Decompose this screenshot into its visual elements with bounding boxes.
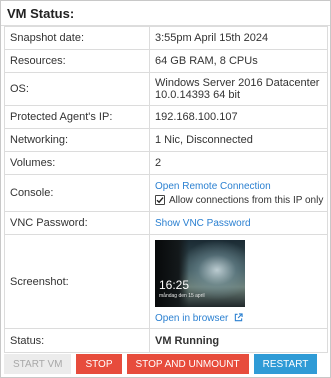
row-vnc-password: VNC Password: Show VNC Password [4,211,328,235]
snapshot-date-label: Snapshot date: [4,26,150,50]
vm-status-panel: VM Status: Snapshot date: 3:55pm April 1… [0,0,331,378]
row-networking: Networking: 1 Nic, Disconnected [4,128,328,152]
vm-screenshot-thumbnail[interactable]: 16:25 måndag den 15 april [155,239,245,307]
row-os: OS: Windows Server 2016 Datacenter 10.0.… [4,72,328,106]
console-value: Open Remote Connection Allow connections… [149,174,328,212]
resources-value: 64 GB RAM, 8 CPUs [149,49,328,73]
volumes-label: Volumes: [4,151,150,175]
lock-screen-date: måndag den 15 april [159,292,205,299]
vnc-password-value: Show VNC Password [149,211,328,235]
panel-title: VM Status: [1,1,330,26]
protected-ip-value: 192.168.100.107 [149,105,328,129]
vm-status-table: Snapshot date: 3:55pm April 15th 2024 Re… [4,26,328,353]
open-in-browser-row: Open in browser [155,313,327,324]
external-link-icon[interactable] [234,312,243,322]
resources-label: Resources: [4,49,150,73]
row-status: Status: VM Running [4,328,328,353]
row-console: Console: Open Remote Connection Allow co… [4,174,328,212]
open-in-browser-link[interactable]: Open in browser [155,313,228,324]
action-buttons: START VM STOP STOP AND UNMOUNT RESTART [4,354,322,374]
row-resources: Resources: 64 GB RAM, 8 CPUs [4,49,328,73]
start-vm-button[interactable]: START VM [4,354,72,374]
allow-ip-only-label: Allow connections from this IP only [169,194,324,206]
os-label: OS: [4,72,150,106]
status-label: Status: [4,328,150,353]
networking-value: 1 Nic, Disconnected [149,128,328,152]
open-remote-connection-link[interactable]: Open Remote Connection [155,181,327,192]
allow-ip-only-checkbox[interactable] [155,195,165,205]
screenshot-label: Screenshot: [4,234,150,329]
os-value: Windows Server 2016 Datacenter 10.0.1439… [149,72,328,106]
volumes-value: 2 [149,151,328,175]
screenshot-value: 16:25 måndag den 15 april Open in browse… [149,234,328,329]
snapshot-date-value: 3:55pm April 15th 2024 [149,26,328,50]
stop-and-unmount-button[interactable]: STOP AND UNMOUNT [126,354,249,374]
allow-ip-only-row: Allow connections from this IP only [155,195,327,206]
os-version: 10.0.14393 64 bit [155,89,241,101]
show-vnc-password-link[interactable]: Show VNC Password [155,218,251,229]
stop-button[interactable]: STOP [76,354,122,374]
restart-button[interactable]: RESTART [253,354,318,374]
networking-label: Networking: [4,128,150,152]
row-protected-ip: Protected Agent's IP: 192.168.100.107 [4,105,328,129]
protected-ip-label: Protected Agent's IP: [4,105,150,129]
lock-screen-time: 16:25 [159,277,190,292]
os-name: Windows Server 2016 Datacenter [155,77,320,89]
checkmark-icon [156,197,164,204]
row-screenshot: Screenshot: 16:25 måndag den 15 april Op… [4,234,328,329]
row-snapshot-date: Snapshot date: 3:55pm April 15th 2024 [4,26,328,50]
console-label: Console: [4,174,150,212]
vnc-password-label: VNC Password: [4,211,150,235]
status-value: VM Running [149,328,328,353]
row-volumes: Volumes: 2 [4,151,328,175]
